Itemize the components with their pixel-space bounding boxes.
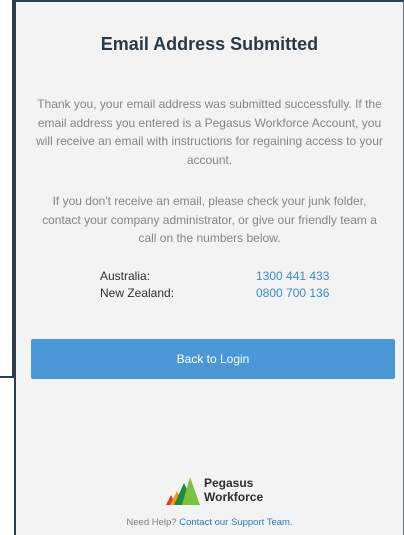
- logo-wordmark: Pegasus Workforce: [204, 476, 263, 504]
- background-window-frame: [0, 0, 14, 378]
- help-prefix: Need Help?: [126, 517, 177, 528]
- pegasus-workforce-logo: Pegasus Workforce: [164, 473, 274, 507]
- logo-text-line-2: Workforce: [204, 490, 264, 504]
- pegasus-logo-icon: [166, 477, 200, 505]
- contact-label-new-zealand: New Zealand:: [100, 286, 175, 300]
- no-email-help-message: If you don't receive an email, please ch…: [42, 194, 377, 245]
- contact-support-link[interactable]: Contact our Support Team.: [179, 517, 292, 528]
- contact-row-new-zealand: New Zealand: 0800 700 136: [16, 285, 403, 302]
- contact-label-australia: Australia:: [100, 269, 151, 283]
- confirmation-message: Thank you, your email address was submit…: [36, 97, 383, 167]
- logo-text-line-1: Pegasus: [204, 476, 254, 490]
- phone-link-australia[interactable]: 1300 441 433: [256, 268, 329, 285]
- help-footer: Need Help? Contact our Support Team.: [16, 517, 403, 528]
- page-title: Email Address Submitted: [100, 34, 319, 54]
- contact-row-australia: Australia: 1300 441 433: [16, 268, 403, 285]
- confirmation-panel: Email Address Submitted Thank you, your …: [14, 0, 404, 535]
- phone-link-new-zealand[interactable]: 0800 700 136: [256, 285, 329, 302]
- back-to-login-button[interactable]: Back to Login: [31, 339, 395, 379]
